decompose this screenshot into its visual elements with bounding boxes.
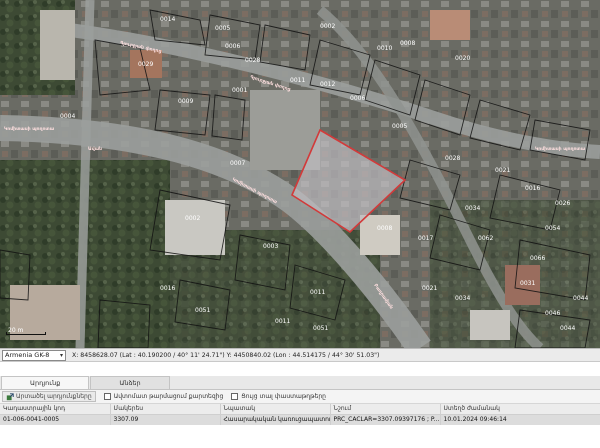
export-results-label: Արտածել արդյունքները — [16, 393, 92, 400]
parcel-label: 0006 — [350, 95, 365, 102]
parcel-label: 0028 — [445, 155, 460, 162]
parcel-label: 0044 — [560, 325, 575, 332]
export-results-button[interactable]: Արտածել արդյունքները — [2, 391, 96, 402]
parcel-label: 0021 — [495, 167, 510, 174]
parcel-label: 0066 — [530, 255, 545, 262]
parcel-label: 0011 — [275, 318, 290, 325]
parcel-label: 0014 — [160, 16, 175, 23]
parcel-label: 0054 — [545, 225, 560, 232]
building-block — [470, 310, 510, 340]
results-tabs: Արդյունք Անձեր — [0, 376, 600, 390]
building-block — [40, 10, 75, 80]
table-cell: 10.01.2024 09:46:14 — [440, 414, 600, 425]
parcel-label: 0003 — [263, 243, 278, 250]
parcel-label: 0002 — [185, 215, 200, 222]
map-canvas[interactable]: Կոմիտասի պողոտա Գյուրջյան փողոց Գյուրջյա… — [0, 0, 600, 348]
parcel-label: 0021 — [422, 285, 437, 292]
parcel-label: 0004 — [60, 113, 75, 120]
parcel-label: 0062 — [478, 235, 493, 242]
parcel-label: 0010 — [377, 45, 392, 52]
table-cell: 3307.09 — [110, 414, 221, 425]
parcel-label: 0051 — [195, 307, 210, 314]
parcel-label: 0012 — [320, 81, 335, 88]
auto-refresh-checkbox[interactable]: Ավտոմատ թարմացում քարտեզից — [103, 393, 224, 400]
parcel-label: 0044 — [573, 295, 588, 302]
scale-bar: 20 m — [6, 327, 46, 336]
parcel-label: 0008 — [377, 225, 392, 232]
parcel-label: 0031 — [520, 280, 535, 287]
parcel-label: 0028 — [245, 57, 260, 64]
results-panel: Արդյունք Անձեր Արտածել արդյունքները Ավտո… — [0, 376, 600, 448]
column-header[interactable]: Մակերես — [110, 404, 221, 415]
table-row[interactable]: 01-006-0041-0005 3307.09 Հասարակական կառ… — [0, 414, 600, 425]
results-toolbar: Արտածել արդյունքները Ավտոմատ թարմացում ք… — [0, 390, 600, 404]
table-cell: 01-006-0041-0005 — [0, 414, 111, 425]
parcel-label: 0007 — [230, 160, 245, 167]
road-label: Կոմիտասի պողոտա — [4, 126, 54, 132]
checkbox-box — [103, 393, 111, 400]
parcel-label: 0029 — [138, 61, 153, 68]
tab-results[interactable]: Արդյունք — [1, 376, 90, 389]
parcel-label: 0046 — [545, 310, 560, 317]
show-documents-label: Ցույց տալ փաստաթղթերը — [241, 393, 326, 400]
checkbox-box — [231, 393, 239, 400]
building-block — [165, 200, 225, 255]
parcel-label: 0020 — [455, 55, 470, 62]
parcel-label: 0017 — [418, 235, 433, 242]
column-header[interactable]: Նշում — [330, 404, 441, 415]
parcel-label: 0011 — [290, 77, 305, 84]
auto-refresh-label: Ավտոմատ թարմացում քարտեզից — [113, 393, 224, 400]
map-view[interactable]: Կոմիտասի պողոտա Գյուրջյան փողոց Գյուրջյա… — [0, 0, 600, 348]
parcel-label: 0002 — [320, 23, 335, 30]
column-header[interactable]: Նպատակ — [220, 404, 331, 415]
export-icon — [6, 392, 14, 400]
parcel-label: 0051 — [313, 325, 328, 332]
parcel-label: 0001 — [232, 87, 247, 94]
results-table: Կադաստրային կոդ Մակերես Նպատակ Նշում Ստե… — [0, 404, 600, 425]
road-label: Կոմիտասի պողոտա — [535, 146, 585, 152]
column-header[interactable]: Կադաստրային կոդ — [0, 404, 111, 415]
parcel-label: 0005 — [215, 25, 230, 32]
show-documents-checkbox[interactable]: Ցույց տալ փաստաթղթերը — [231, 393, 326, 400]
table-cell: PRC_CACLAR=3307.09397176 ; P... — [330, 414, 441, 425]
parcel-label: 0008 — [400, 40, 415, 47]
parcel-label: 0011 — [310, 289, 325, 296]
parcel-label: 0016 — [525, 185, 540, 192]
parcel-label: 0005 — [392, 123, 407, 130]
tab-persons[interactable]: Անձեր — [90, 376, 170, 389]
table-cell: Հասարակական կառուցապատում — [220, 414, 331, 425]
column-header[interactable]: Ստեղծ ժամանակ — [440, 404, 600, 415]
parcel-label: 0016 — [160, 285, 175, 292]
crs-select[interactable]: Armenia GK-8 ▾ — [2, 349, 66, 361]
coordinate-bar: Armenia GK-8 ▾ X: 8458628.07 (Lat : 40.1… — [0, 348, 600, 362]
building-block — [430, 10, 470, 40]
parcel-label: 0034 — [455, 295, 470, 302]
parcel-label: 0006 — [225, 43, 240, 50]
building-block — [360, 215, 400, 255]
parcel-label: 0034 — [465, 205, 480, 212]
parcel-label: 0009 — [178, 98, 193, 105]
table-header-row: Կադաստրային կոդ Մակերես Նպատակ Նշում Ստե… — [0, 404, 600, 415]
app-window: Կոմիտասի պողոտա Գյուրջյան փողոց Գյուրջյա… — [0, 0, 600, 448]
chevron-down-icon: ▾ — [59, 351, 63, 359]
parcel-label: 0026 — [555, 200, 570, 207]
crs-value: Armenia GK-8 — [5, 351, 50, 359]
coordinate-readout: X: 8458628.07 (Lat : 40.190200 / 40° 11'… — [72, 351, 380, 359]
table-empty-area — [0, 425, 600, 448]
road-label: Ավան — [88, 146, 102, 152]
